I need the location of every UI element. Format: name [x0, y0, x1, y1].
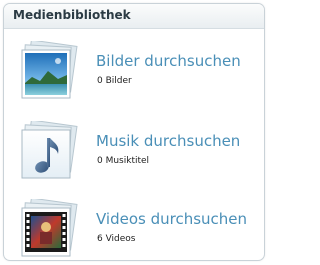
pictures-count: 0 Bilder: [97, 76, 132, 86]
browse-music-item[interactable]: Musik durchsuchen 0 Musiktitel: [4, 121, 264, 187]
browse-videos-item[interactable]: Videos durchsuchen 6 Videos: [4, 199, 264, 260]
panel-title: Medienbibliothek: [13, 8, 131, 22]
browse-pictures-item[interactable]: Bilder durchsuchen 0 Bilder: [4, 41, 264, 107]
videos-count: 6 Videos: [97, 234, 136, 244]
browse-music-link[interactable]: Musik durchsuchen: [96, 132, 240, 150]
browse-pictures-link[interactable]: Bilder durchsuchen: [96, 52, 241, 70]
music-count: 0 Musiktitel: [97, 156, 150, 166]
picture-stack-icon: [21, 41, 78, 99]
music-note-icon: [21, 121, 78, 179]
panel-header: Medienbibliothek: [4, 4, 264, 29]
media-library-panel: Medienbibliothek Bilder durchsuchen 0 Bi…: [3, 3, 265, 261]
browse-videos-link[interactable]: Videos durchsuchen: [96, 210, 247, 228]
film-strip-icon: [21, 199, 78, 257]
